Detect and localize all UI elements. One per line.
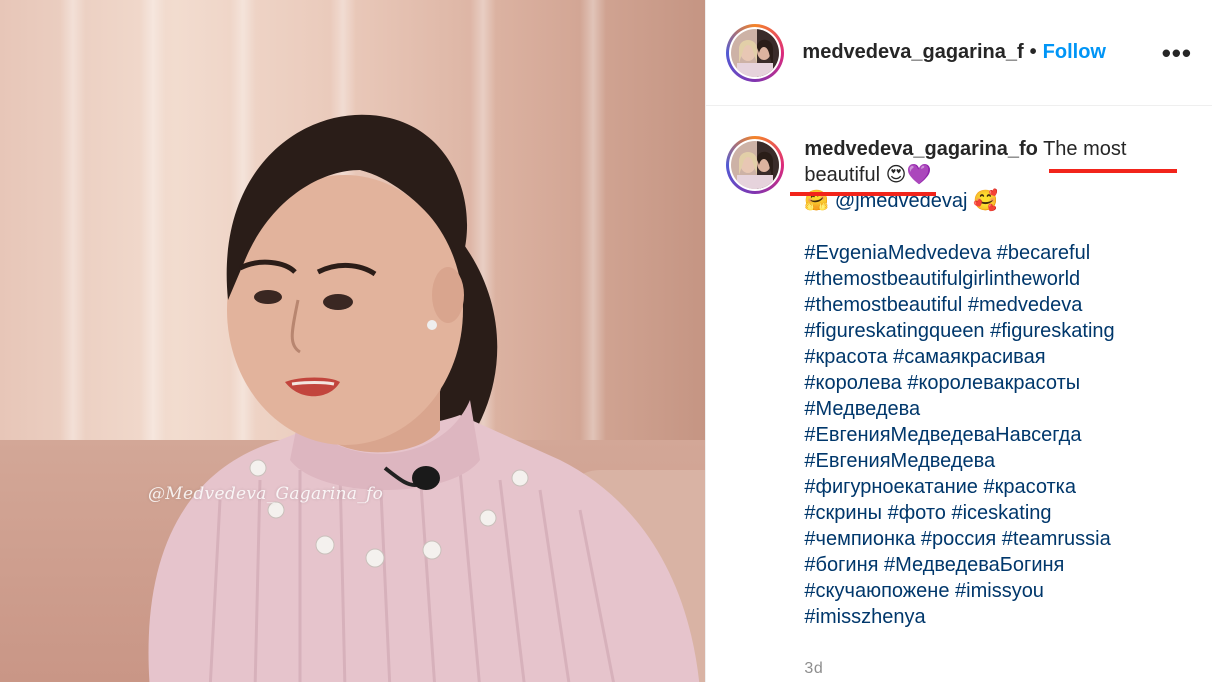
hashtag-line[interactable]: #EvgeniaMedvedeva #becareful	[804, 240, 1174, 266]
post-side-panel: medvedeva_gagarina_f • Follow ••• medved…	[705, 0, 1212, 682]
caption-row: medvedeva_gagarina_fo The most beautiful…	[706, 106, 1212, 682]
header-separator: •	[1029, 41, 1037, 63]
caption-username[interactable]: medvedeva_gagarina_fo	[804, 138, 1037, 160]
hashtag-line[interactable]: #скрины #фото #iceskating	[804, 500, 1174, 526]
heart-eyes-emoji: 😍💜	[885, 164, 932, 186]
hashtag-line[interactable]: #богиня #МедведеваБогиня	[804, 552, 1174, 578]
hashtag-line[interactable]: #скучаюпожене #imissyou	[804, 578, 1174, 604]
caption-avatar[interactable]	[726, 136, 785, 194]
hashtag-line[interactable]: #чемпионка #россия #teamrussia	[804, 526, 1174, 552]
hashtag-line[interactable]: #imisszhenya	[804, 604, 1174, 630]
hashtag-line[interactable]: #фигурноекатание #красотка	[804, 474, 1174, 500]
hashtag-line[interactable]: #themostbeautifulgirlintheworld	[804, 266, 1174, 292]
header-username[interactable]: medvedeva_gagarina_f	[802, 41, 1023, 64]
hashtag-list: #EvgeniaMedvedeva #becareful #themostbea…	[804, 240, 1174, 630]
caption-first-line: medvedeva_gagarina_fo The most beautiful…	[804, 136, 1174, 188]
annotation-underline	[1049, 169, 1178, 173]
woman-portrait	[148, 114, 700, 682]
header-avatar[interactable]	[726, 23, 785, 82]
avatar-image	[731, 28, 780, 77]
hashtag-line[interactable]: #ЕвгенияМедведеваНавсегда	[804, 422, 1174, 448]
instagram-post: @Medvedeva_Gagarina_fo medvedeva_gagarin…	[0, 0, 1212, 682]
more-options-icon[interactable]: •••	[1162, 40, 1192, 66]
hashtag-line[interactable]: #красота #самаякрасивая	[804, 344, 1174, 370]
hashtag-line[interactable]: #ЕвгенияМедведева	[804, 448, 1174, 474]
annotation-underline	[790, 192, 937, 196]
photo-watermark: @Medvedeva_Gagarina_fo	[148, 484, 384, 504]
hashtag-line[interactable]: #Медведева	[804, 396, 1174, 422]
smiling-hearts-emoji: 🥰	[973, 190, 998, 212]
hashtag-line[interactable]: #королева #королевакрасоты	[804, 370, 1174, 396]
post-header: medvedeva_gagarina_f • Follow •••	[706, 0, 1212, 106]
post-photo[interactable]: @Medvedeva_Gagarina_fo	[0, 0, 706, 682]
follow-button[interactable]: Follow	[1043, 41, 1106, 64]
avatar-image	[731, 141, 780, 189]
post-timestamp[interactable]: 3d	[804, 656, 1174, 682]
hashtag-line[interactable]: #figureskatingqueen #figureskating	[804, 318, 1174, 344]
caption-body: medvedeva_gagarina_fo The most beautiful…	[804, 136, 1174, 682]
hashtag-line[interactable]: #themostbeautiful #medvedeva	[804, 292, 1174, 318]
